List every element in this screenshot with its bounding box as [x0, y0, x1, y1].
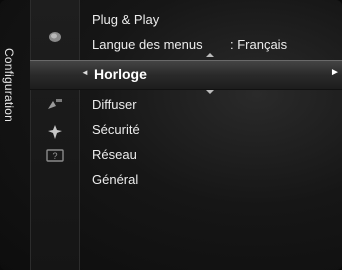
tv-menu-screen: Configuration ? ◄ ► Plug & Play Langue d… — [0, 0, 342, 270]
security-icon[interactable] — [31, 124, 79, 140]
menu-item-label: Sécurité — [92, 122, 140, 137]
menu-item-plug-play[interactable]: Plug & Play — [92, 12, 159, 27]
menu-item-langue[interactable]: Langue des menus : Français — [92, 37, 287, 52]
category-label: Configuration — [0, 0, 30, 270]
menu-item-securite[interactable]: Sécurité — [92, 122, 140, 137]
category-icon-column: ? — [30, 0, 80, 270]
menu-item-label: Diffuser — [92, 97, 137, 112]
picture-icon[interactable] — [31, 30, 79, 44]
menu-item-label: Général — [92, 172, 139, 187]
help-icon[interactable]: ? — [31, 149, 79, 163]
svg-text:?: ? — [52, 151, 57, 161]
menu-item-label: Plug & Play — [92, 12, 160, 27]
menu-item-value: : Français — [230, 37, 288, 52]
menu-item-reseau[interactable]: Réseau — [92, 147, 137, 162]
settings-menu: Plug & Play Langue des menus : Français … — [78, 0, 342, 270]
category-title: Configuration — [2, 48, 16, 122]
menu-item-horloge[interactable]: Horloge — [94, 66, 147, 82]
menu-item-label: Réseau — [92, 147, 137, 162]
menu-item-label: Langue des menus — [92, 37, 203, 52]
menu-item-general[interactable]: Général — [92, 172, 138, 187]
menu-item-diffuser[interactable]: Diffuser — [92, 97, 137, 112]
satellite-icon[interactable] — [31, 97, 79, 111]
